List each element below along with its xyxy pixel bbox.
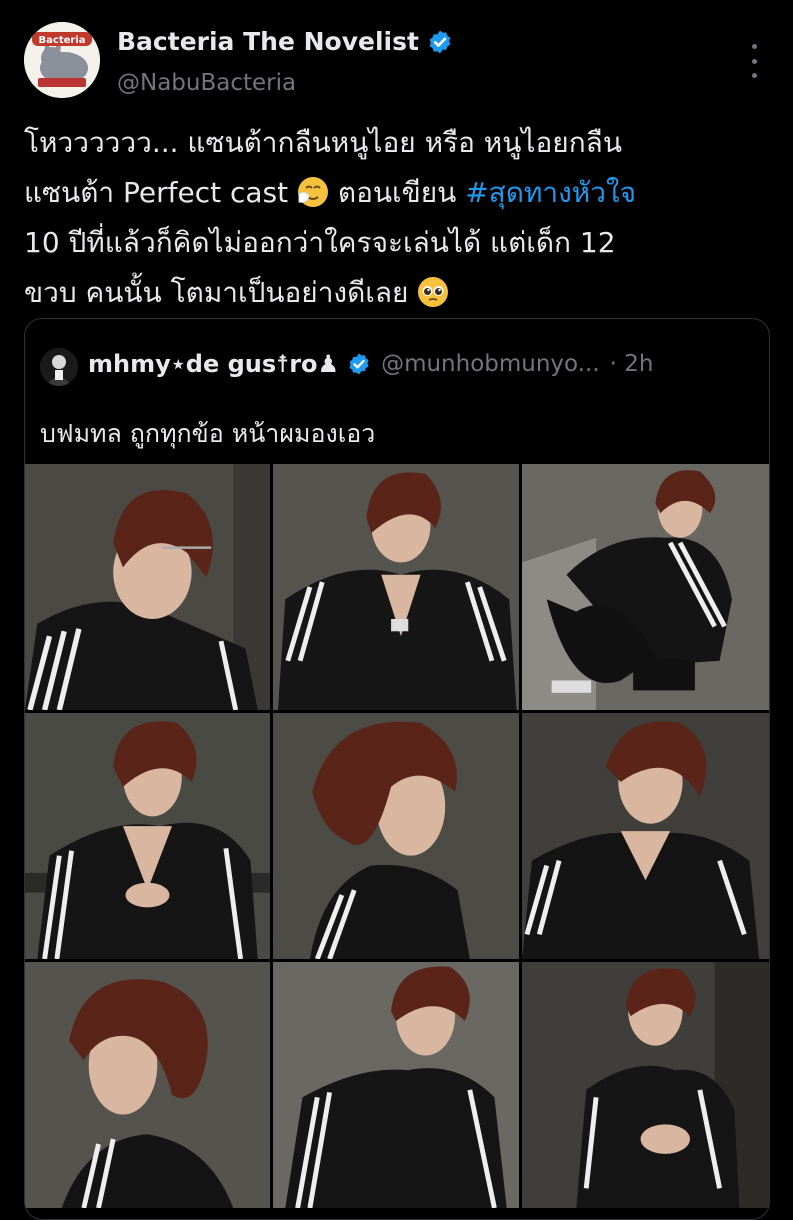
quoted-tweet[interactable]: mhmy⋆de gus☨ro♟ @munhobmunyo... · 2h บฟม…: [24, 318, 770, 1220]
photo-6[interactable]: [522, 713, 769, 959]
author-name[interactable]: Bacteria The Novelist: [117, 27, 419, 56]
hashtag-link[interactable]: #สุดทางหัวใจ: [465, 176, 636, 209]
pleading-face-emoji-icon: [418, 277, 449, 307]
tweet-line-2: แซนต้า Perfect cast ตอนเขียน #สุดทางหัวใ…: [24, 168, 774, 218]
verified-badge-icon: [349, 353, 369, 375]
tweet-line-1: โหวววววว... แซนต้ากลืนหนูไอย หรือ หนูไอย…: [24, 126, 622, 159]
tweet-line-2-a: แซนต้า Perfect cast: [24, 176, 289, 209]
tweet-line-4: ขวบ คนนั้น โตมาเป็นอย่างดีเลย: [24, 268, 774, 318]
photo-9[interactable]: [522, 962, 769, 1208]
photo-8[interactable]: [273, 962, 519, 1208]
photo-1[interactable]: [25, 464, 270, 710]
author-name-row[interactable]: Bacteria The Novelist: [117, 27, 453, 56]
tweet-text: โหวววววว... แซนต้ากลืนหนูไอย หรือ หนูไอย…: [24, 118, 774, 318]
photo-2[interactable]: [273, 464, 519, 710]
quoted-author-handle[interactable]: @munhobmunyo...: [381, 351, 600, 377]
photo-4[interactable]: [25, 713, 270, 959]
author-avatar[interactable]: Bacteria: [24, 22, 100, 98]
quoted-author-row[interactable]: mhmy⋆de gus☨ro♟ @munhobmunyo... · 2h: [88, 350, 654, 378]
quoted-author-name[interactable]: mhmy⋆de gus☨ro♟: [88, 350, 339, 378]
verified-badge-icon: [429, 30, 451, 53]
tweet-line-3: 10 ปีที่แล้วก็คิดไม่ออกว่าใครจะเล่นได้ แ…: [24, 226, 616, 259]
quoted-timestamp[interactable]: · 2h: [610, 351, 654, 377]
photo-5[interactable]: [273, 713, 519, 959]
tweet-line-4-text: ขวบ คนนั้น โตมาเป็นอย่างดีเลย: [24, 276, 409, 309]
tweet-line-2-b: ตอนเขียน: [329, 176, 466, 209]
quoted-tweet-text: บฟมทล ถูกทุกข้อ หน้าผมองเอว: [40, 419, 376, 448]
sneezing-face-emoji-icon: [298, 177, 329, 207]
photo-7[interactable]: [25, 962, 270, 1208]
photo-grid: [25, 464, 769, 1219]
more-options-icon[interactable]: [744, 44, 764, 78]
avatar-logo-text: Bacteria: [39, 35, 86, 46]
photo-3[interactable]: [522, 464, 769, 710]
quoted-author-avatar[interactable]: [40, 348, 78, 386]
author-handle[interactable]: @NabuBacteria: [117, 70, 296, 96]
